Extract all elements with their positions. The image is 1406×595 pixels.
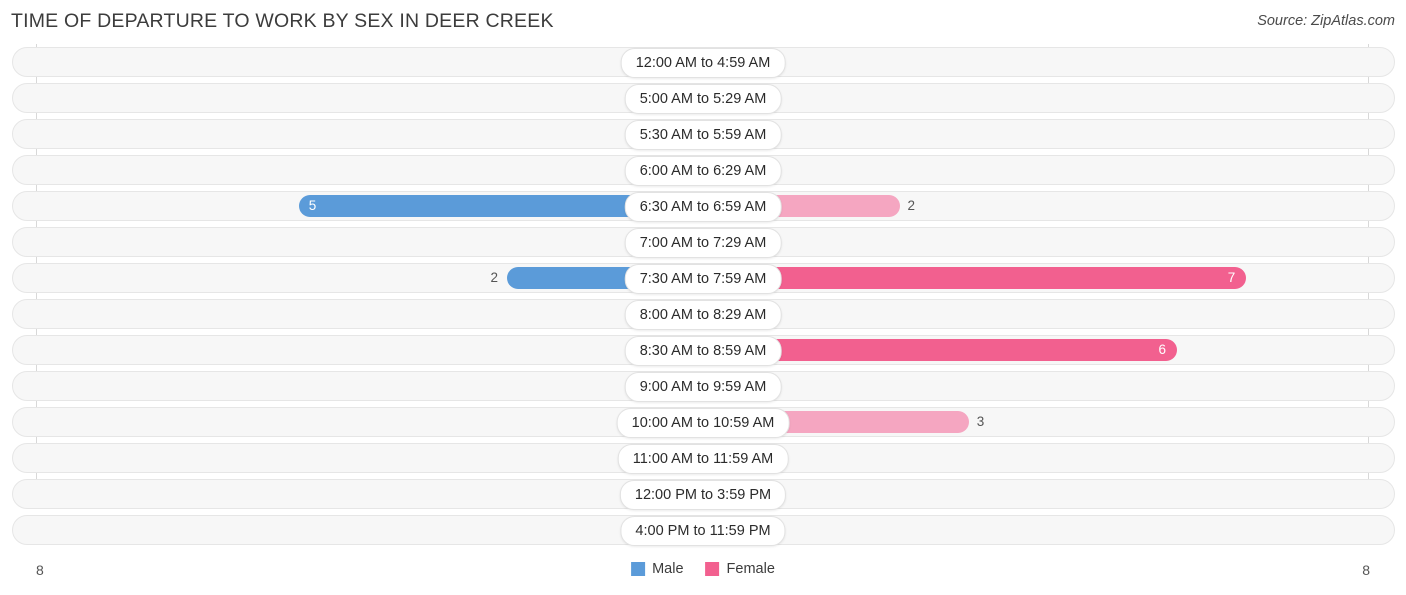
chart-row[interactable]: 0310:00 AM to 10:59 AM (0, 407, 1406, 438)
row-band: 2 7 7:30 AM to 7:59 AM (0, 263, 1406, 294)
bar-value-female: 6 (1158, 342, 1167, 357)
category-label: 5:00 AM to 5:29 AM (624, 84, 782, 114)
row-band: 005:00 AM to 5:29 AM (0, 83, 1406, 114)
page-title: TIME OF DEPARTURE TO WORK BY SEX IN DEER… (11, 10, 554, 32)
bar-value-female: 3 (976, 414, 985, 429)
chart-row[interactable]: 2 7 7:30 AM to 7:59 AM (0, 263, 1406, 294)
category-label: 4:00 PM to 11:59 PM (620, 516, 786, 546)
legend-label-female: Female (726, 561, 775, 577)
category-label: 5:30 AM to 5:59 AM (624, 120, 782, 150)
chart-row[interactable]: 005:00 AM to 5:29 AM (0, 83, 1406, 114)
legend-item-female[interactable]: Female (705, 561, 775, 577)
chart-row[interactable]: 004:00 PM to 11:59 PM (0, 515, 1406, 546)
row-band: 0310:00 AM to 10:59 AM (0, 407, 1406, 438)
chart-row[interactable]: 006:00 AM to 6:29 AM (0, 155, 1406, 186)
category-label: 12:00 AM to 4:59 AM (620, 48, 786, 78)
category-label: 8:00 AM to 8:29 AM (624, 300, 782, 330)
row-band: 008:00 AM to 8:29 AM (0, 299, 1406, 330)
category-label: 6:30 AM to 6:59 AM (624, 192, 782, 222)
row-band: 068:30 AM to 8:59 AM (0, 335, 1406, 366)
bar-female[interactable] (703, 267, 1246, 289)
chart-rows: 0012:00 AM to 4:59 AM 005:00 AM to 5:29 A… (0, 47, 1406, 551)
chart-row[interactable]: 0011:00 AM to 11:59 AM (0, 443, 1406, 474)
source-attribution: Source: ZipAtlas.com (1257, 13, 1395, 29)
category-label: 8:30 AM to 8:59 AM (624, 336, 782, 366)
category-label: 7:00 AM to 7:29 AM (624, 228, 782, 258)
row-band: 005:30 AM to 5:59 AM (0, 119, 1406, 150)
row-band: 0011:00 AM to 11:59 AM (0, 443, 1406, 474)
legend-label-male: Male (652, 561, 684, 577)
legend-swatch-male-icon (631, 562, 646, 576)
chart-footer: 8 8 Male Female (0, 552, 1406, 595)
row-band: 0012:00 AM to 4:59 AM (0, 47, 1406, 78)
chart-plot-area: 0012:00 AM to 4:59 AM 005:00 AM to 5:29 A… (0, 44, 1406, 552)
chart-row[interactable]: 005:30 AM to 5:59 AM (0, 119, 1406, 150)
chart-row[interactable]: 007:00 AM to 7:29 AM (0, 227, 1406, 258)
chart-row[interactable]: 068:30 AM to 8:59 AM (0, 335, 1406, 366)
bar-value-female: 7 (1227, 270, 1236, 285)
axis-max-left: 8 (36, 562, 44, 578)
row-band: 004:00 PM to 11:59 PM (0, 515, 1406, 546)
chart-row[interactable]: 5 2 6:30 AM to 6:59 AM (0, 191, 1406, 222)
row-band: 006:00 AM to 6:29 AM (0, 155, 1406, 186)
category-label: 9:00 AM to 9:59 AM (624, 372, 782, 402)
axis-max-right: 8 (1362, 562, 1370, 578)
bar-value-male: 2 (490, 270, 499, 285)
chart-row[interactable]: 009:00 AM to 9:59 AM (0, 371, 1406, 402)
bar-value-male: 5 (308, 198, 317, 213)
category-label: 12:00 PM to 3:59 PM (619, 480, 787, 510)
category-label: 6:00 AM to 6:29 AM (624, 156, 782, 186)
bar-value-female: 2 (907, 198, 916, 213)
category-label: 11:00 AM to 11:59 AM (617, 444, 789, 474)
chart-legend: Male Female (631, 561, 775, 577)
legend-swatch-female-icon (705, 562, 720, 576)
chart-row[interactable]: 0012:00 AM to 4:59 AM (0, 47, 1406, 78)
category-label: 7:30 AM to 7:59 AM (624, 264, 782, 294)
row-band: 0012:00 PM to 3:59 PM (0, 479, 1406, 510)
legend-item-male[interactable]: Male (631, 561, 684, 577)
category-label: 10:00 AM to 10:59 AM (616, 408, 790, 438)
row-band: 009:00 AM to 9:59 AM (0, 371, 1406, 402)
row-band: 007:00 AM to 7:29 AM (0, 227, 1406, 258)
chart-header: TIME OF DEPARTURE TO WORK BY SEX IN DEER… (0, 0, 1406, 44)
chart-row[interactable]: 0012:00 PM to 3:59 PM (0, 479, 1406, 510)
chart-row[interactable]: 008:00 AM to 8:29 AM (0, 299, 1406, 330)
row-band: 5 2 6:30 AM to 6:59 AM (0, 191, 1406, 222)
